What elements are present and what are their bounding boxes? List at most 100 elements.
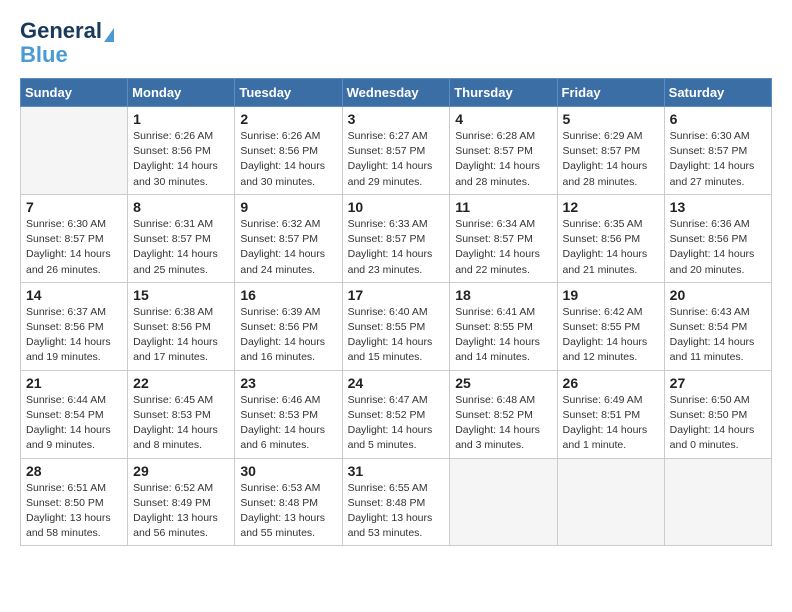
calendar-cell: 6Sunrise: 6:30 AM Sunset: 8:57 PM Daylig… <box>664 107 771 195</box>
calendar-cell: 24 Sunrise: 6:47 AM Sunset: 8:52 PM Dayli… <box>342 370 450 458</box>
day-number: 30 <box>240 463 336 479</box>
calendar-cell: 3Sunrise: 6:27 AM Sunset: 8:57 PM Daylig… <box>342 107 450 195</box>
calendar-cell: 29 Sunrise: 6:52 AM Sunset: 8:49 PM Dayli… <box>128 458 235 546</box>
calendar-header-friday: Friday <box>557 79 664 107</box>
week-row-2: 7 Sunrise: 6:30 AM Sunset: 8:57 PM Daylig… <box>21 194 772 282</box>
day-number: 6 <box>670 111 766 127</box>
day-number: 19 <box>563 287 659 303</box>
calendar-cell: 19 Sunrise: 6:42 AM Sunset: 8:55 PM Dayli… <box>557 282 664 370</box>
calendar-header-row: SundayMondayTuesdayWednesdayThursdayFrid… <box>21 79 772 107</box>
day-number: 27 <box>670 375 766 391</box>
calendar-cell: 11 Sunrise: 6:34 AM Sunset: 8:57 PM Dayli… <box>450 194 557 282</box>
calendar-cell: 28Sunrise: 6:51 AM Sunset: 8:50 PM Dayli… <box>21 458 128 546</box>
day-number: 10 <box>348 199 445 215</box>
day-info: Sunrise: 6:27 AM Sunset: 8:57 PM Dayligh… <box>348 129 445 190</box>
calendar-cell: 1 Sunrise: 6:26 AM Sunset: 8:56 PM Daylig… <box>128 107 235 195</box>
day-number: 5 <box>563 111 659 127</box>
day-info: Sunrise: 6:42 AM Sunset: 8:55 PM Dayligh… <box>563 305 659 366</box>
day-number: 21 <box>26 375 122 391</box>
calendar-cell: 22 Sunrise: 6:45 AM Sunset: 8:53 PM Dayli… <box>128 370 235 458</box>
day-info: Sunrise: 6:41 AM Sunset: 8:55 PM Dayligh… <box>455 305 551 366</box>
calendar-cell <box>21 107 128 195</box>
day-number: 31 <box>348 463 445 479</box>
day-info: Sunrise: 6:31 AM Sunset: 8:57 PM Dayligh… <box>133 217 229 278</box>
calendar-cell: 18 Sunrise: 6:41 AM Sunset: 8:55 PM Dayli… <box>450 282 557 370</box>
calendar-cell: 5 Sunrise: 6:29 AM Sunset: 8:57 PM Daylig… <box>557 107 664 195</box>
day-number: 26 <box>563 375 659 391</box>
calendar-cell: 25Sunrise: 6:48 AM Sunset: 8:52 PM Dayli… <box>450 370 557 458</box>
day-info: Sunrise: 6:26 AM Sunset: 8:56 PM Dayligh… <box>133 129 229 190</box>
day-number: 29 <box>133 463 229 479</box>
day-info: Sunrise: 6:37 AM Sunset: 8:56 PM Dayligh… <box>26 305 122 366</box>
day-number: 15 <box>133 287 229 303</box>
calendar-cell: 4 Sunrise: 6:28 AM Sunset: 8:57 PM Daylig… <box>450 107 557 195</box>
calendar-cell: 30 Sunrise: 6:53 AM Sunset: 8:48 PM Dayli… <box>235 458 342 546</box>
day-number: 11 <box>455 199 551 215</box>
day-info: Sunrise: 6:34 AM Sunset: 8:57 PM Dayligh… <box>455 217 551 278</box>
calendar-cell <box>664 458 771 546</box>
day-info: Sunrise: 6:29 AM Sunset: 8:57 PM Dayligh… <box>563 129 659 190</box>
day-number: 23 <box>240 375 336 391</box>
week-row-4: 21 Sunrise: 6:44 AM Sunset: 8:54 PM Dayli… <box>21 370 772 458</box>
day-number: 17 <box>348 287 445 303</box>
logo-blue: Blue <box>20 42 68 68</box>
day-number: 28 <box>26 463 122 479</box>
calendar-cell: 7 Sunrise: 6:30 AM Sunset: 8:57 PM Daylig… <box>21 194 128 282</box>
day-info: Sunrise: 6:47 AM Sunset: 8:52 PM Dayligh… <box>348 393 445 454</box>
day-info: Sunrise: 6:48 AM Sunset: 8:52 PM Dayligh… <box>455 393 551 454</box>
calendar-cell: 23 Sunrise: 6:46 AM Sunset: 8:53 PM Dayli… <box>235 370 342 458</box>
day-info: Sunrise: 6:46 AM Sunset: 8:53 PM Dayligh… <box>240 393 336 454</box>
day-info: Sunrise: 6:35 AM Sunset: 8:56 PM Dayligh… <box>563 217 659 278</box>
week-row-3: 14Sunrise: 6:37 AM Sunset: 8:56 PM Dayli… <box>21 282 772 370</box>
calendar-cell: 2Sunrise: 6:26 AM Sunset: 8:56 PM Daylig… <box>235 107 342 195</box>
calendar-header-saturday: Saturday <box>664 79 771 107</box>
calendar-cell: 13 Sunrise: 6:36 AM Sunset: 8:56 PM Dayli… <box>664 194 771 282</box>
day-number: 9 <box>240 199 336 215</box>
day-number: 24 <box>348 375 445 391</box>
week-row-5: 28Sunrise: 6:51 AM Sunset: 8:50 PM Dayli… <box>21 458 772 546</box>
day-number: 8 <box>133 199 229 215</box>
calendar-cell: 27 Sunrise: 6:50 AM Sunset: 8:50 PM Dayli… <box>664 370 771 458</box>
calendar-cell <box>557 458 664 546</box>
calendar-cell: 16Sunrise: 6:39 AM Sunset: 8:56 PM Dayli… <box>235 282 342 370</box>
day-number: 22 <box>133 375 229 391</box>
day-number: 13 <box>670 199 766 215</box>
day-info: Sunrise: 6:53 AM Sunset: 8:48 PM Dayligh… <box>240 481 336 542</box>
day-info: Sunrise: 6:30 AM Sunset: 8:57 PM Dayligh… <box>26 217 122 278</box>
day-number: 16 <box>240 287 336 303</box>
day-info: Sunrise: 6:38 AM Sunset: 8:56 PM Dayligh… <box>133 305 229 366</box>
calendar-header-thursday: Thursday <box>450 79 557 107</box>
day-info: Sunrise: 6:44 AM Sunset: 8:54 PM Dayligh… <box>26 393 122 454</box>
page-header: General Blue <box>20 16 772 68</box>
day-info: Sunrise: 6:55 AM Sunset: 8:48 PM Dayligh… <box>348 481 445 542</box>
calendar-body: 1 Sunrise: 6:26 AM Sunset: 8:56 PM Daylig… <box>21 107 772 546</box>
logo: General Blue <box>20 20 114 68</box>
day-number: 4 <box>455 111 551 127</box>
day-info: Sunrise: 6:26 AM Sunset: 8:56 PM Dayligh… <box>240 129 336 190</box>
day-number: 7 <box>26 199 122 215</box>
day-info: Sunrise: 6:32 AM Sunset: 8:57 PM Dayligh… <box>240 217 336 278</box>
calendar-cell: 31 Sunrise: 6:55 AM Sunset: 8:48 PM Dayli… <box>342 458 450 546</box>
day-info: Sunrise: 6:40 AM Sunset: 8:55 PM Dayligh… <box>348 305 445 366</box>
calendar-cell: 14Sunrise: 6:37 AM Sunset: 8:56 PM Dayli… <box>21 282 128 370</box>
calendar-cell: 9 Sunrise: 6:32 AM Sunset: 8:57 PM Daylig… <box>235 194 342 282</box>
day-info: Sunrise: 6:45 AM Sunset: 8:53 PM Dayligh… <box>133 393 229 454</box>
calendar-cell: 8 Sunrise: 6:31 AM Sunset: 8:57 PM Daylig… <box>128 194 235 282</box>
calendar-cell: 15 Sunrise: 6:38 AM Sunset: 8:56 PM Dayli… <box>128 282 235 370</box>
calendar-cell: 17 Sunrise: 6:40 AM Sunset: 8:55 PM Dayli… <box>342 282 450 370</box>
day-number: 1 <box>133 111 229 127</box>
calendar-cell: 20Sunrise: 6:43 AM Sunset: 8:54 PM Dayli… <box>664 282 771 370</box>
day-number: 18 <box>455 287 551 303</box>
week-row-1: 1 Sunrise: 6:26 AM Sunset: 8:56 PM Daylig… <box>21 107 772 195</box>
calendar-header-monday: Monday <box>128 79 235 107</box>
day-info: Sunrise: 6:52 AM Sunset: 8:49 PM Dayligh… <box>133 481 229 542</box>
logo-general: General <box>20 20 102 42</box>
calendar-table: SundayMondayTuesdayWednesdayThursdayFrid… <box>20 78 772 546</box>
calendar-cell: 12Sunrise: 6:35 AM Sunset: 8:56 PM Dayli… <box>557 194 664 282</box>
day-info: Sunrise: 6:28 AM Sunset: 8:57 PM Dayligh… <box>455 129 551 190</box>
day-info: Sunrise: 6:50 AM Sunset: 8:50 PM Dayligh… <box>670 393 766 454</box>
day-info: Sunrise: 6:49 AM Sunset: 8:51 PM Dayligh… <box>563 393 659 454</box>
logo-triangle-icon <box>104 28 114 42</box>
calendar-cell <box>450 458 557 546</box>
day-info: Sunrise: 6:36 AM Sunset: 8:56 PM Dayligh… <box>670 217 766 278</box>
